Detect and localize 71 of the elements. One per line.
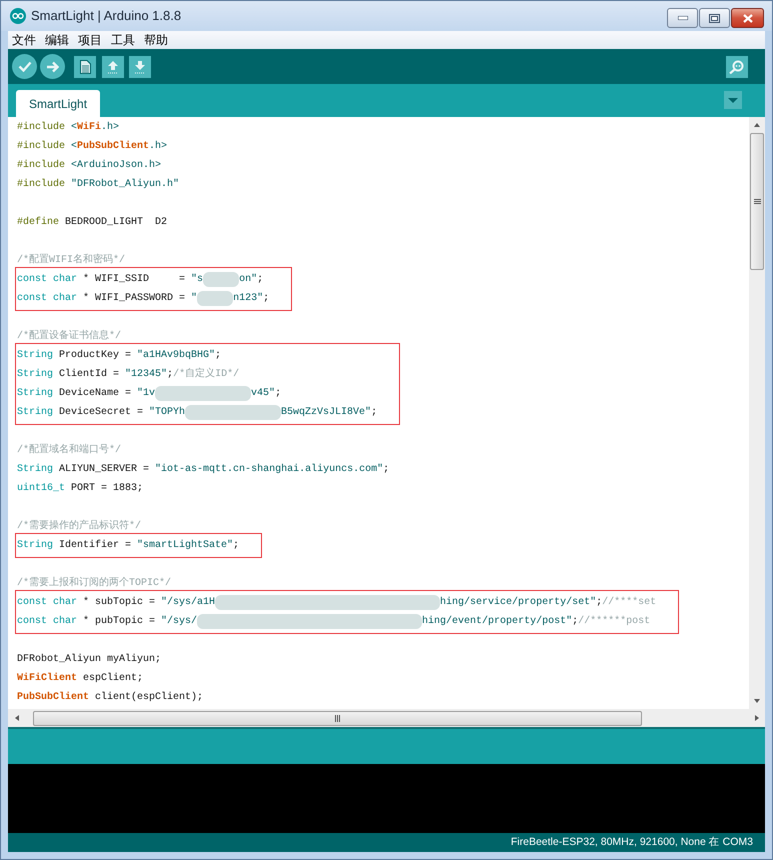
code-text: String DeviceName = "1v — [17, 386, 156, 401]
vertical-scrollbar[interactable] — [749, 117, 765, 709]
code-text: const char * WIFI_PASSWORD = " — [17, 292, 198, 306]
code-text: String DeviceSecret = "TOPYh — [17, 406, 186, 420]
code-text: n123"; — [233, 292, 270, 306]
code-line: DFRobot_Aliyun myAliyun; — [17, 652, 162, 667]
blurred-patch — [203, 272, 240, 287]
code-text: v45"; — [251, 386, 282, 401]
menu-item[interactable]: 工具 — [111, 32, 135, 48]
board-status: FireBeetle-ESP32, 80MHz, 921600, None 在 COM3 — [510, 834, 753, 850]
arrow-down-icon — [134, 60, 146, 74]
grip-icon — [335, 714, 340, 722]
maximize-button[interactable] — [699, 8, 730, 28]
maximize-icon — [709, 14, 720, 22]
code-line: #include <ArduinoJson.h> — [17, 158, 162, 173]
document-icon — [80, 60, 90, 74]
code-line: WiFiClient espClient; — [17, 672, 144, 686]
arrow-right-icon — [754, 714, 760, 722]
menu-item[interactable]: 文件 — [12, 32, 36, 48]
code-line: String Identifier = "smartLightSate"; — [17, 538, 240, 553]
arrow-down-icon — [753, 698, 761, 704]
code-text: B5wqZzVsJLI8Ve"; — [281, 406, 378, 420]
menu-item[interactable]: 编辑 — [45, 32, 69, 48]
code-line: /*需要上报和订阅的两个TOPIC*/ — [17, 576, 172, 591]
new-file-button[interactable] — [74, 56, 96, 78]
minimize-button[interactable] — [667, 8, 698, 28]
horizontal-scrollbar[interactable] — [8, 709, 765, 727]
tab-menu-button[interactable] — [724, 91, 742, 109]
code-line: String ProductKey = "a1HAv9bqBHG"; — [17, 348, 222, 363]
code-text: const char * pubTopic = "/sys/ — [17, 614, 198, 629]
code-text: hing/event/property/post";//******post — [422, 614, 650, 629]
code-line: #define BEDROOD_LIGHT D2 — [17, 216, 168, 230]
caret-down-icon — [728, 98, 738, 102]
code-line: #include <WiFi.h> — [17, 120, 120, 135]
close-button[interactable] — [731, 8, 764, 28]
code-text: const char * subTopic = "/sys/a1H — [17, 596, 216, 610]
code-line: PubSubClient client(espClient); — [17, 690, 204, 705]
code-line: #include "DFRobot_Aliyun.h" — [17, 178, 180, 192]
open-button[interactable] — [102, 56, 124, 78]
close-icon — [742, 14, 752, 22]
code-line: /*配置域名和端口号*/ — [17, 442, 122, 458]
arrow-up-icon — [753, 122, 761, 128]
sketch-tab[interactable]: SmartLight — [16, 90, 100, 117]
scroll-thumb[interactable] — [750, 133, 764, 270]
code-line: #include <PubSubClient.h> — [17, 140, 168, 154]
grip-icon — [754, 199, 760, 204]
scroll-thumb[interactable] — [33, 710, 642, 726]
arrow-left-icon — [14, 714, 20, 722]
upload-button[interactable] — [40, 54, 65, 79]
code-line: String ClientId = "12345";/*自定义ID*/ — [17, 366, 240, 382]
blurred-patch — [197, 291, 234, 306]
verify-button[interactable] — [12, 54, 37, 79]
arrow-right-icon — [46, 60, 59, 72]
window-title: SmartLight | Arduino 1.8.8 — [31, 7, 182, 26]
code-text: on"; — [239, 272, 264, 287]
minimize-icon — [678, 16, 688, 20]
code-line: String ALIYUN_SERVER = "iot-as-mqtt.cn-shanghai.aliyuncs.com"; — [17, 462, 390, 477]
arrow-up-icon — [107, 60, 119, 74]
code-line: /*配置WIFI名和密码*/ — [17, 252, 126, 268]
menu-item[interactable]: 帮助 — [144, 32, 168, 48]
code-line: /*配置设备证书信息*/ — [17, 328, 122, 344]
code-text: const char * WIFI_SSID = "s — [17, 272, 204, 287]
serial-monitor-button[interactable] — [726, 56, 748, 78]
save-button[interactable] — [129, 56, 151, 78]
menu-item[interactable]: 项目 — [78, 32, 102, 48]
code-line: /*需要操作的产品标识符*/ — [17, 518, 142, 534]
magnifier-icon — [729, 60, 745, 74]
code-line: uint16_t PORT = 1883; — [17, 482, 144, 496]
check-icon — [18, 61, 32, 72]
code-text: hing/service/property/set";//****set — [440, 596, 656, 610]
infinity-logo-icon — [10, 8, 26, 24]
